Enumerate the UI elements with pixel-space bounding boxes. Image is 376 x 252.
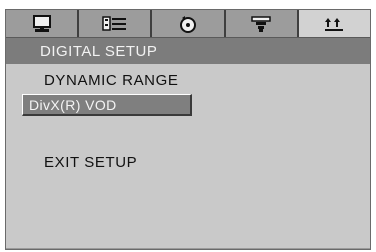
disc-icon [180, 15, 196, 33]
setup-tab-bar [6, 10, 371, 38]
tab-general[interactable] [6, 10, 80, 37]
divx-vod-item[interactable]: DivX(R) VOD [22, 94, 192, 116]
divx-vod-label: DivX(R) VOD [29, 96, 117, 113]
tab-digital[interactable] [298, 10, 371, 37]
monitor-icon [32, 14, 51, 32]
setup-screen: DIGITAL SETUP DYNAMIC RANGE DivX(R) VOD … [5, 9, 371, 250]
page-title: DIGITAL SETUP [40, 42, 158, 60]
page-title-bar: DIGITAL SETUP [6, 38, 370, 64]
bottom-divider [6, 248, 370, 249]
tab-video[interactable] [152, 10, 226, 37]
exit-setup-item[interactable]: EXIT SETUP [44, 154, 137, 171]
speaker-icon [251, 15, 271, 32]
audio-language-icon [102, 15, 126, 31]
tab-speaker[interactable] [225, 10, 299, 37]
tab-audio[interactable] [79, 10, 153, 37]
digital-icon [325, 17, 344, 31]
dynamic-range-item[interactable]: DYNAMIC RANGE [44, 72, 178, 89]
